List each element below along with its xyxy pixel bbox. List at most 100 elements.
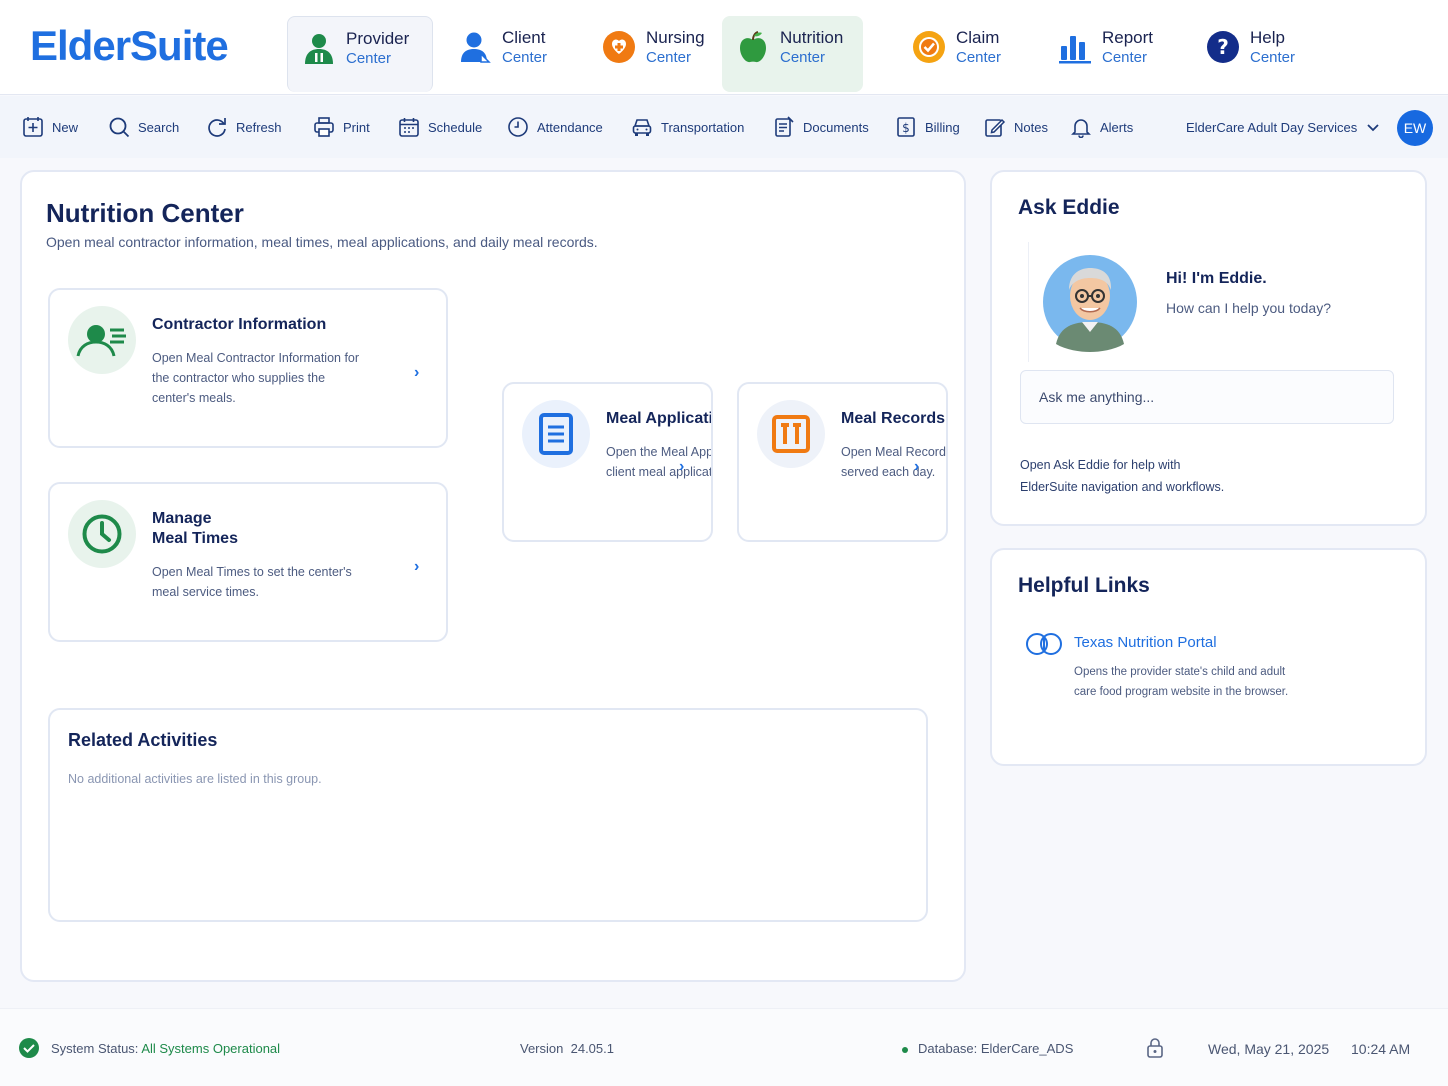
search-button[interactable]: Search [108, 114, 179, 140]
ask-eddie-panel: Ask Eddie Hi! I'm Eddie. How can I help … [990, 170, 1427, 526]
client-icon [458, 30, 492, 64]
toolbar-label: Refresh [236, 119, 282, 135]
current-time: 10:24 AM [1351, 1041, 1411, 1057]
apple-icon [736, 30, 770, 64]
billing-button[interactable]: $ Billing [895, 114, 960, 140]
schedule-button[interactable]: Schedule [398, 114, 482, 140]
toolbar-label: Transportation [661, 119, 745, 135]
related-activities-section: Related Activities No additional activit… [48, 708, 928, 922]
panel-title: Helpful Links [1018, 574, 1150, 597]
tab-sublabel: Center [346, 50, 392, 67]
svg-text:?: ? [1217, 35, 1229, 59]
tab-sublabel: Center [780, 49, 826, 66]
tab-label: Help [1250, 28, 1285, 47]
tab-help-center[interactable]: ? Help Center [1192, 16, 1322, 92]
eddie-prompt: How can I help you today? [1166, 300, 1331, 316]
toolbar-label: Notes [1014, 119, 1048, 135]
meal-records-card[interactable]: Meal Records Open Meal Records to record… [737, 382, 948, 542]
dollar-icon: $ [897, 117, 915, 137]
tab-sublabel: Center [956, 49, 1002, 66]
tab-report-center[interactable]: Report Center [1044, 16, 1174, 92]
refresh-icon [208, 118, 226, 137]
top-navigation: ElderSuite Provider Center Client Center N… [0, 0, 1448, 95]
user-avatar[interactable]: EW [1397, 110, 1433, 146]
toolbar-label: Schedule [428, 119, 483, 135]
tab-label: Nursing [646, 28, 705, 47]
current-date: Wed, May 21, 2025 [1208, 1041, 1330, 1057]
notes-icon [985, 118, 1006, 137]
card-description: Open Meal Contractor Information for the… [152, 351, 360, 405]
application-icon [522, 400, 590, 468]
toolbar-label: Search [138, 119, 180, 135]
card-title: Contractor Information [152, 316, 327, 333]
check-circle-icon [18, 1037, 40, 1064]
portal-link-icon [1024, 632, 1064, 661]
tab-sublabel: Center [646, 49, 692, 66]
nutrition-center-panel: Nutrition Center Open meal contractor in… [20, 170, 966, 982]
card-description: Open Meal Records to record served each … [841, 445, 948, 479]
bar-chart-icon [1058, 30, 1092, 64]
card-description: Open the Meal Applications client meal a… [606, 445, 713, 479]
bell-icon [1071, 119, 1091, 138]
system-status-value: All Systems Operational [141, 1041, 281, 1056]
database-info: Database: ElderCare_ADS [918, 1041, 1074, 1056]
tab-label: Report [1102, 28, 1154, 47]
version-info: Version 24.05.1 [520, 1041, 614, 1056]
contractor-icon [68, 306, 136, 374]
tab-label: Nutrition [780, 28, 844, 47]
eddie-avatar [1042, 252, 1138, 357]
organization-name: ElderCare Adult Day Services [1186, 120, 1358, 135]
calendar-icon [399, 118, 419, 137]
alerts-button[interactable]: Alerts [1070, 114, 1133, 140]
tab-claim-center[interactable]: Claim Center [898, 16, 1028, 92]
lock-icon[interactable] [1146, 1037, 1164, 1064]
transportation-button[interactable]: Transportation [631, 114, 744, 140]
texas-nutrition-portal-link[interactable]: Texas Nutrition Portal [1074, 634, 1217, 651]
panel-title: Ask Eddie [1018, 196, 1120, 219]
car-icon [632, 119, 652, 136]
card-title: Meal Applications [606, 410, 713, 427]
tab-sublabel: Center [1250, 49, 1296, 66]
records-icon [757, 400, 825, 468]
clock-icon [508, 117, 528, 137]
eddie-help-text: Open Ask Eddie for help with ElderSuite … [1020, 458, 1225, 494]
tab-sublabel: Center [1102, 49, 1148, 66]
tab-label: Provider [346, 29, 410, 48]
app-logo[interactable]: ElderSuite [30, 22, 229, 70]
print-button[interactable]: Print [313, 114, 370, 140]
tab-provider-center[interactable]: Provider Center [287, 16, 433, 92]
attendance-button[interactable]: Attendance [507, 114, 603, 140]
svg-text:$: $ [902, 121, 910, 135]
contractor-information-card[interactable]: Contractor Information Open Meal Contrac… [48, 288, 448, 448]
link-description: Opens the provider state's child and adu… [1074, 666, 1289, 698]
tab-client-center[interactable]: Client Center [444, 16, 574, 92]
tab-nutrition-center[interactable]: Nutrition Center [722, 16, 863, 92]
card-title: Manage Meal Times [152, 510, 238, 547]
document-icon [775, 116, 794, 137]
refresh-button[interactable]: Refresh [206, 114, 282, 140]
chevron-right-icon: › [414, 558, 420, 575]
notes-button[interactable]: Notes [984, 114, 1048, 140]
documents-button[interactable]: Documents [773, 114, 869, 140]
tab-nursing-center[interactable]: Nursing Center [588, 16, 718, 92]
helpful-links-panel: Helpful Links Texas Nutrition Portal Ope… [990, 548, 1427, 766]
chevron-right-icon: › [414, 364, 420, 381]
toolbar-label: Print [343, 119, 370, 135]
empty-message: No additional activities are listed in t… [68, 772, 322, 786]
page-subtitle: Open meal contractor information, meal t… [46, 234, 598, 250]
toolbar-label: Attendance [537, 119, 603, 135]
page-title: Nutrition Center [46, 198, 244, 228]
tab-label: Client [502, 28, 546, 47]
manage-meal-times-card[interactable]: Manage Meal Times Open Meal Times to set… [48, 482, 448, 642]
chevron-right-icon: › [914, 458, 920, 475]
search-icon [109, 117, 130, 138]
toolbar: New Search Refresh Print Schedule Attend… [0, 96, 1448, 158]
meal-applications-card[interactable]: Meal Applications Open the Meal Applicat… [502, 382, 713, 542]
new-icon [23, 117, 43, 137]
clock-icon [68, 500, 136, 568]
eddie-greeting: Hi! I'm Eddie. [1166, 270, 1267, 287]
organization-select[interactable]: ElderCare Adult Day Services [1186, 120, 1379, 135]
system-status: System Status: All Systems Operational [51, 1041, 281, 1056]
ask-eddie-input[interactable] [1020, 370, 1394, 424]
new-button[interactable]: New [22, 114, 78, 140]
